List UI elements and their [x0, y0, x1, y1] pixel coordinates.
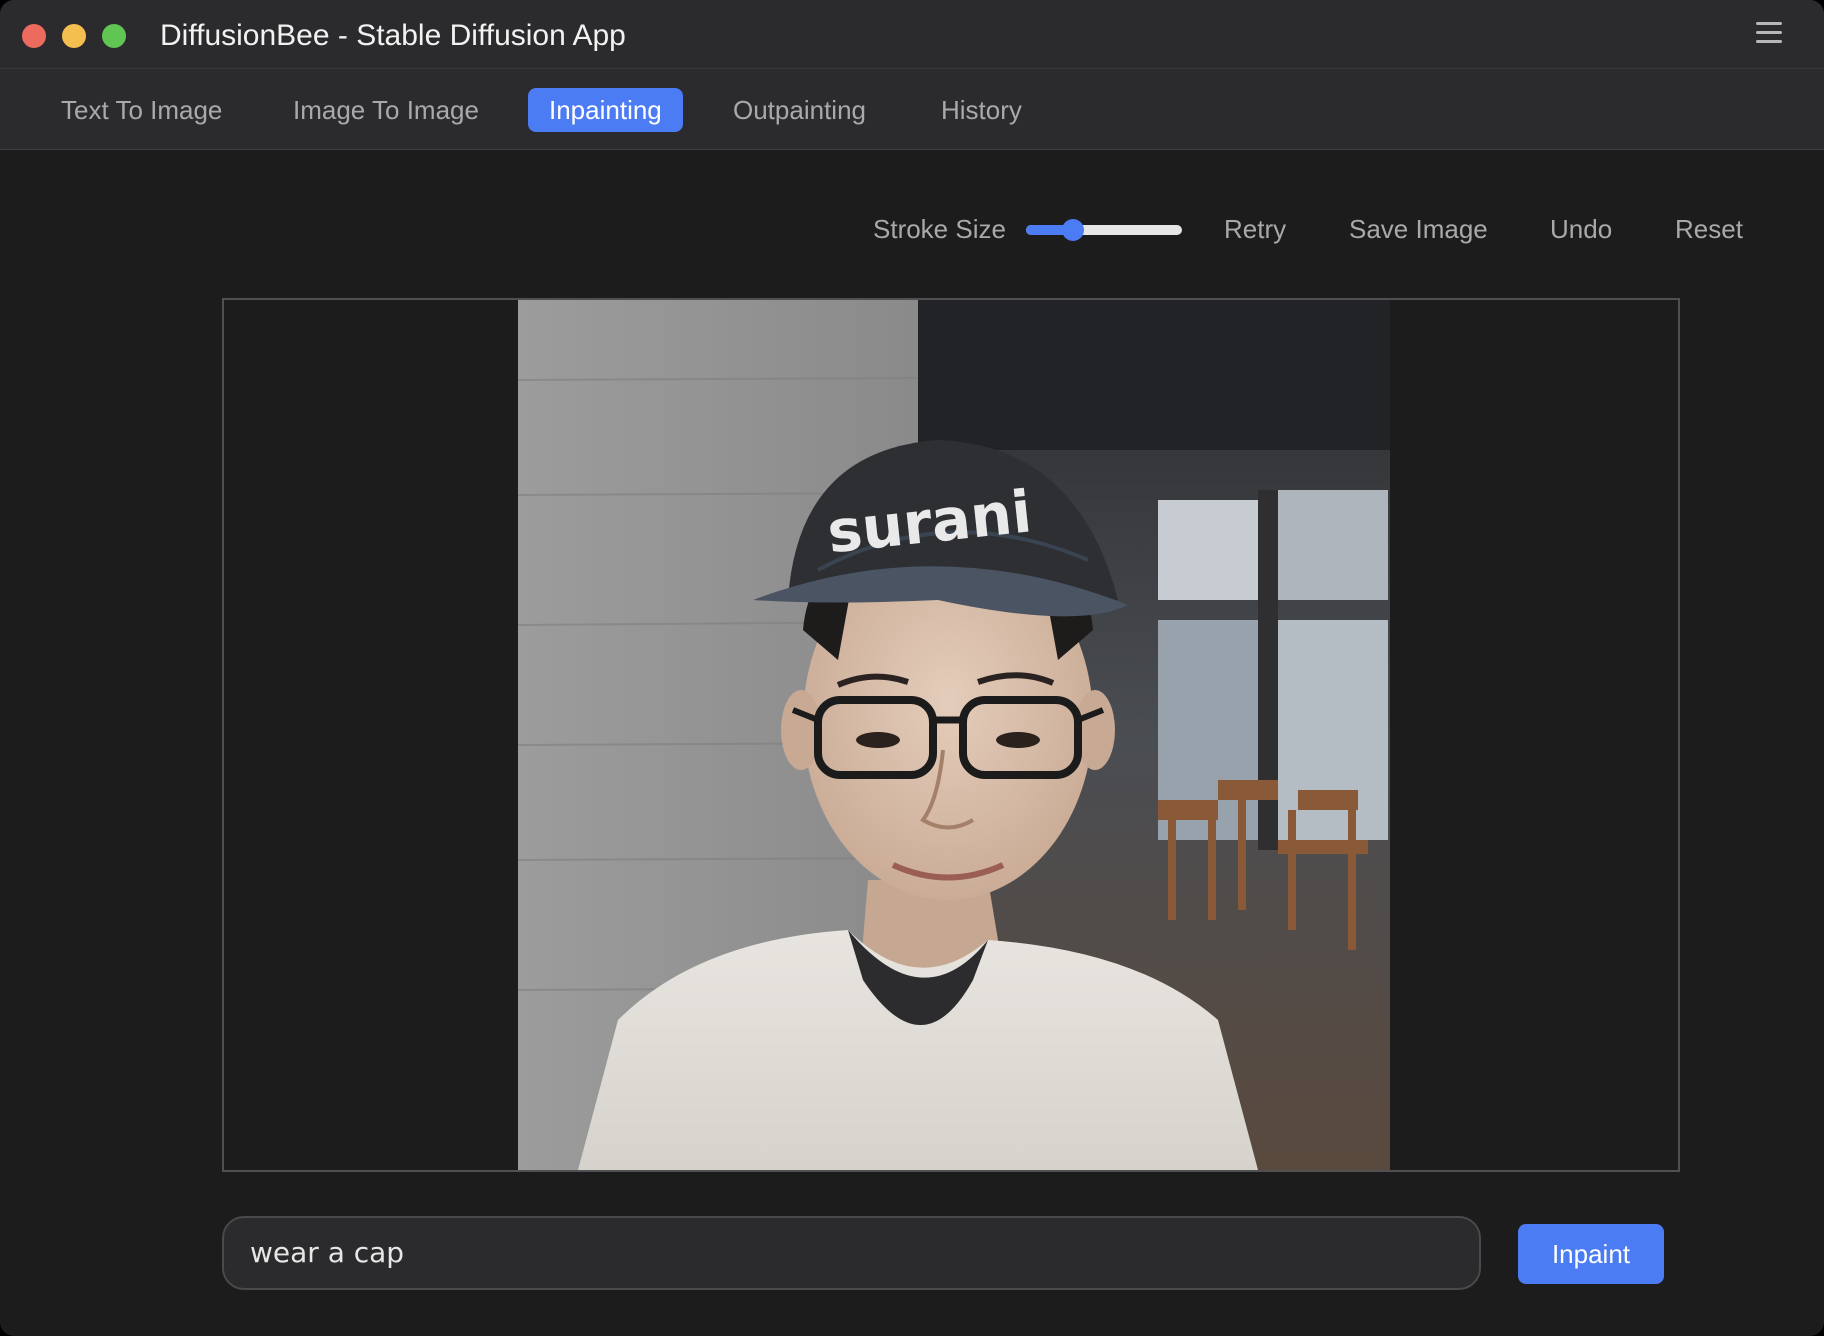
inpaint-button[interactable]: Inpaint	[1518, 1224, 1664, 1284]
app-title: DiffusionBee - Stable Diffusion App	[160, 19, 626, 52]
reset-button[interactable]: Reset	[1675, 211, 1743, 247]
tab-inpainting[interactable]: Inpainting	[528, 88, 683, 132]
save-image-button[interactable]: Save Image	[1349, 211, 1488, 247]
retry-button[interactable]: Retry	[1224, 211, 1286, 247]
tab-outpainting[interactable]: Outpainting	[712, 88, 887, 132]
app-window: DiffusionBee - Stable Diffusion App Text…	[0, 0, 1824, 1336]
hamburger-menu-icon[interactable]	[1756, 22, 1782, 46]
undo-button[interactable]: Undo	[1550, 211, 1612, 247]
zoom-window-button[interactable]	[102, 24, 126, 48]
stroke-size-slider[interactable]	[1026, 219, 1182, 241]
portrait-photo[interactable]: surani	[518, 300, 1390, 1170]
minimize-window-button[interactable]	[62, 24, 86, 48]
tab-text-to-image[interactable]: Text To Image	[40, 88, 243, 132]
tab-history[interactable]: History	[920, 88, 1043, 132]
tab-image-to-image[interactable]: Image To Image	[272, 88, 500, 132]
close-window-button[interactable]	[22, 24, 46, 48]
stroke-size-label: Stroke Size	[873, 214, 1006, 244]
tab-bar: Text To Image Image To Image Inpainting …	[0, 69, 1824, 150]
slider-thumb[interactable]	[1062, 219, 1084, 241]
prompt-input[interactable]: wear a cap	[222, 1216, 1481, 1290]
inpainting-canvas[interactable]: surani	[222, 298, 1680, 1172]
title-bar: DiffusionBee - Stable Diffusion App	[0, 0, 1824, 69]
